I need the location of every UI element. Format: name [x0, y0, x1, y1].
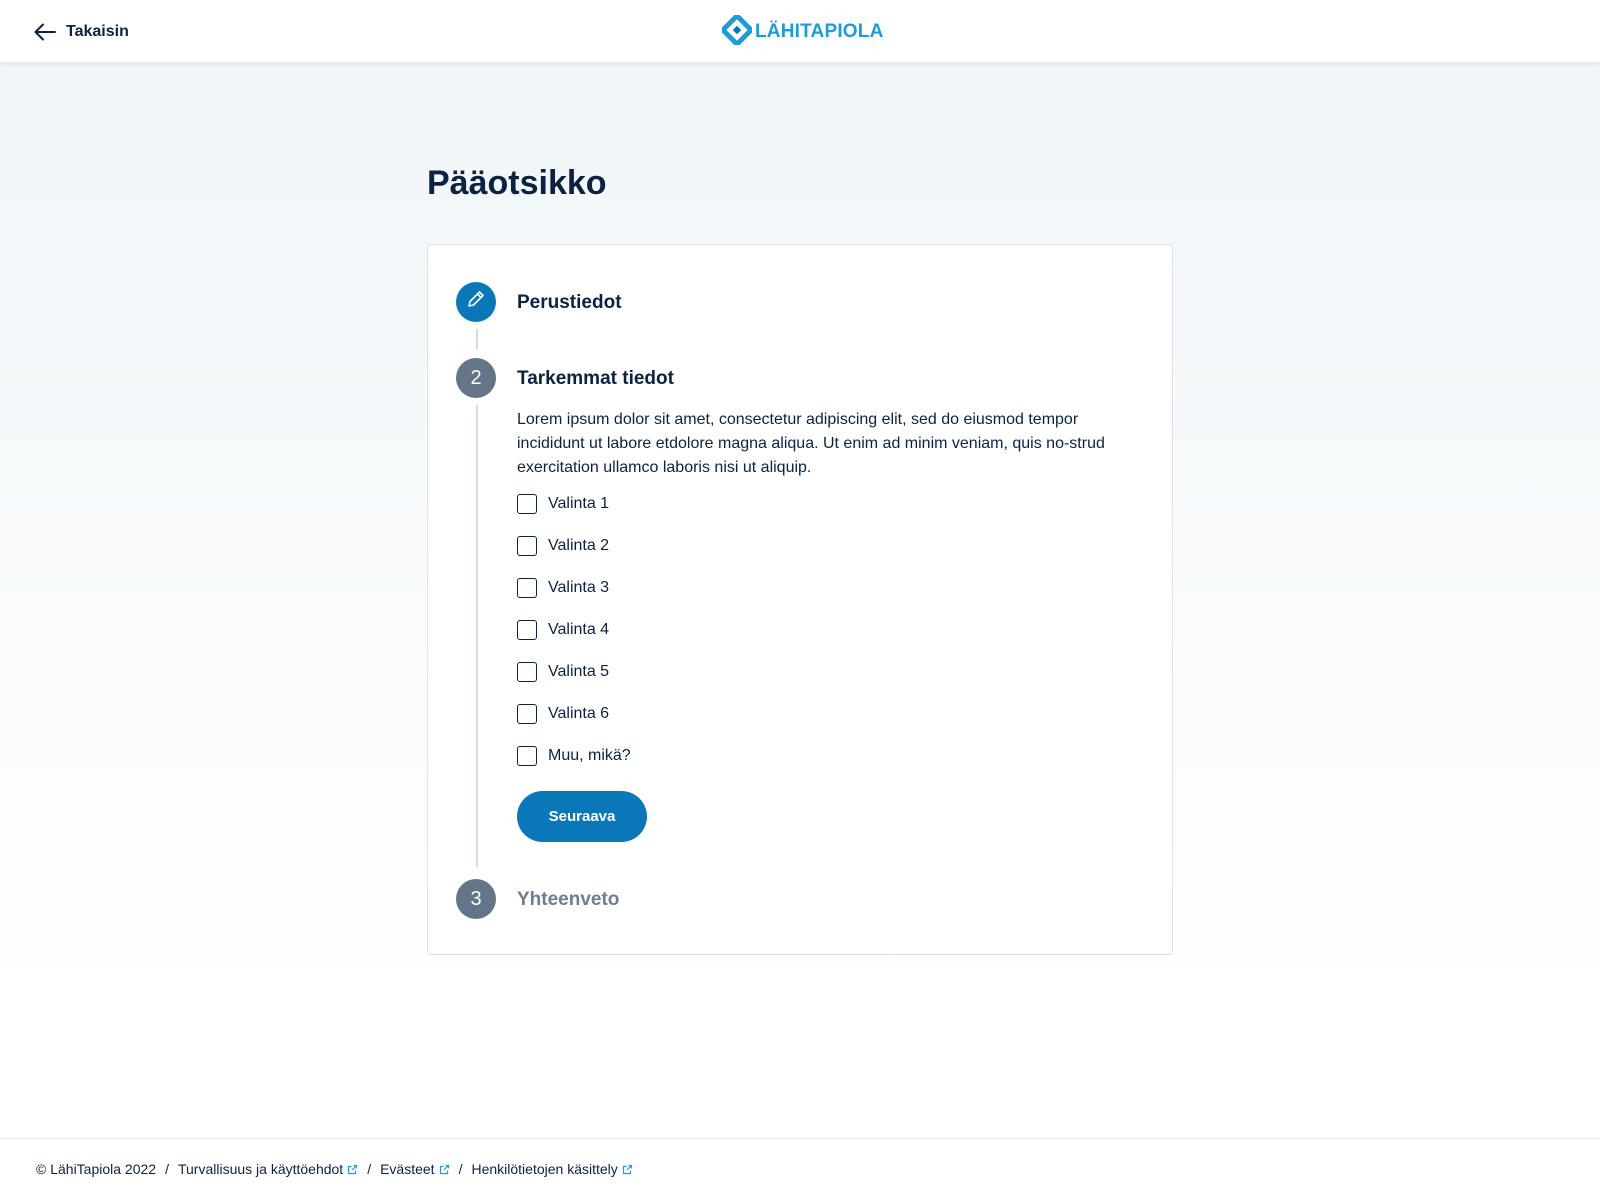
- option-label: Valinta 4: [548, 621, 610, 638]
- copyright: © LähiTapiola 2022: [36, 1161, 157, 1177]
- option-other[interactable]: Muu, mikä?: [517, 746, 631, 766]
- separator: /: [458, 1161, 463, 1177]
- options-list: Valinta 1 Valinta 2 Valinta 3 Valinta 4 …: [517, 494, 631, 788]
- option-valinta-5[interactable]: Valinta 5: [517, 662, 631, 682]
- step-1-title[interactable]: Perustiedot: [517, 292, 622, 314]
- external-link-icon: [439, 1164, 450, 1175]
- checkbox[interactable]: [517, 494, 537, 514]
- option-valinta-6[interactable]: Valinta 6: [517, 704, 631, 724]
- top-bar: Takaisin LÄHITAPIOLA: [0, 0, 1600, 63]
- step-1-indicator[interactable]: [456, 282, 496, 322]
- footer: © LähiTapiola 2022 / Turvallisuus ja käy…: [0, 1138, 1600, 1200]
- external-link-icon: [622, 1164, 633, 1175]
- logo: LÄHITAPIOLA: [719, 11, 884, 50]
- option-label: Valinta 1: [548, 495, 610, 512]
- checkbox[interactable]: [517, 704, 537, 724]
- option-label: Valinta 3: [548, 579, 610, 596]
- checkbox[interactable]: [517, 662, 537, 682]
- option-valinta-2[interactable]: Valinta 2: [517, 536, 631, 556]
- checkbox[interactable]: [517, 536, 537, 556]
- separator: /: [165, 1161, 169, 1177]
- footer-link-label: Evästeet: [380, 1161, 435, 1177]
- back-label: Takaisin: [66, 23, 129, 40]
- option-label: Valinta 2: [548, 537, 610, 554]
- option-label: Valinta 5: [548, 663, 610, 680]
- step-2-title: Tarkemmat tiedot: [517, 368, 674, 389]
- external-link-icon: [347, 1164, 358, 1175]
- footer-link-cookies[interactable]: Evästeet: [380, 1161, 449, 1177]
- stepper-card: Perustiedot 2 Tarkemmat tiedot Lorem ips…: [427, 244, 1173, 955]
- checkbox[interactable]: [517, 746, 537, 766]
- pencil-icon: [465, 288, 487, 316]
- option-valinta-3[interactable]: Valinta 3: [517, 578, 631, 598]
- step-connector: [476, 405, 478, 867]
- option-valinta-1[interactable]: Valinta 1: [517, 494, 631, 514]
- step-2-number: 2: [470, 366, 482, 389]
- step-3-number: 3: [470, 887, 482, 910]
- option-label: Valinta 6: [548, 705, 610, 722]
- step-connector: [476, 329, 478, 349]
- logo-mark-icon: [719, 11, 755, 50]
- arrow-left-icon: [34, 23, 56, 41]
- next-button[interactable]: Seuraava: [517, 791, 647, 842]
- back-link[interactable]: Takaisin: [34, 18, 129, 46]
- step-2-description: Lorem ipsum dolor sit amet, consectetur …: [517, 411, 1105, 476]
- footer-link-label: Turvallisuus ja käyttöehdot: [177, 1161, 344, 1177]
- step-3-title: Yhteenveto: [517, 889, 620, 910]
- checkbox[interactable]: [517, 620, 537, 640]
- option-valinta-4[interactable]: Valinta 4: [517, 620, 631, 640]
- footer-link-label: Henkilötietojen käsittely: [471, 1161, 618, 1177]
- separator: /: [367, 1161, 372, 1177]
- step-3-indicator: 3: [456, 879, 496, 919]
- step-2-indicator: 2: [456, 358, 496, 398]
- checkbox[interactable]: [517, 578, 537, 598]
- footer-link-terms[interactable]: Turvallisuus ja käyttöehdot: [178, 1161, 358, 1177]
- footer-links: © LähiTapiola 2022 / Turvallisuus ja käy…: [36, 1161, 633, 1177]
- option-label: Muu, mikä?: [548, 747, 631, 764]
- page-title: Pääotsikko: [427, 164, 607, 202]
- logo-text: LÄHITAPIOLA: [755, 21, 884, 42]
- footer-link-privacy[interactable]: Henkilötietojen käsittely: [471, 1161, 632, 1177]
